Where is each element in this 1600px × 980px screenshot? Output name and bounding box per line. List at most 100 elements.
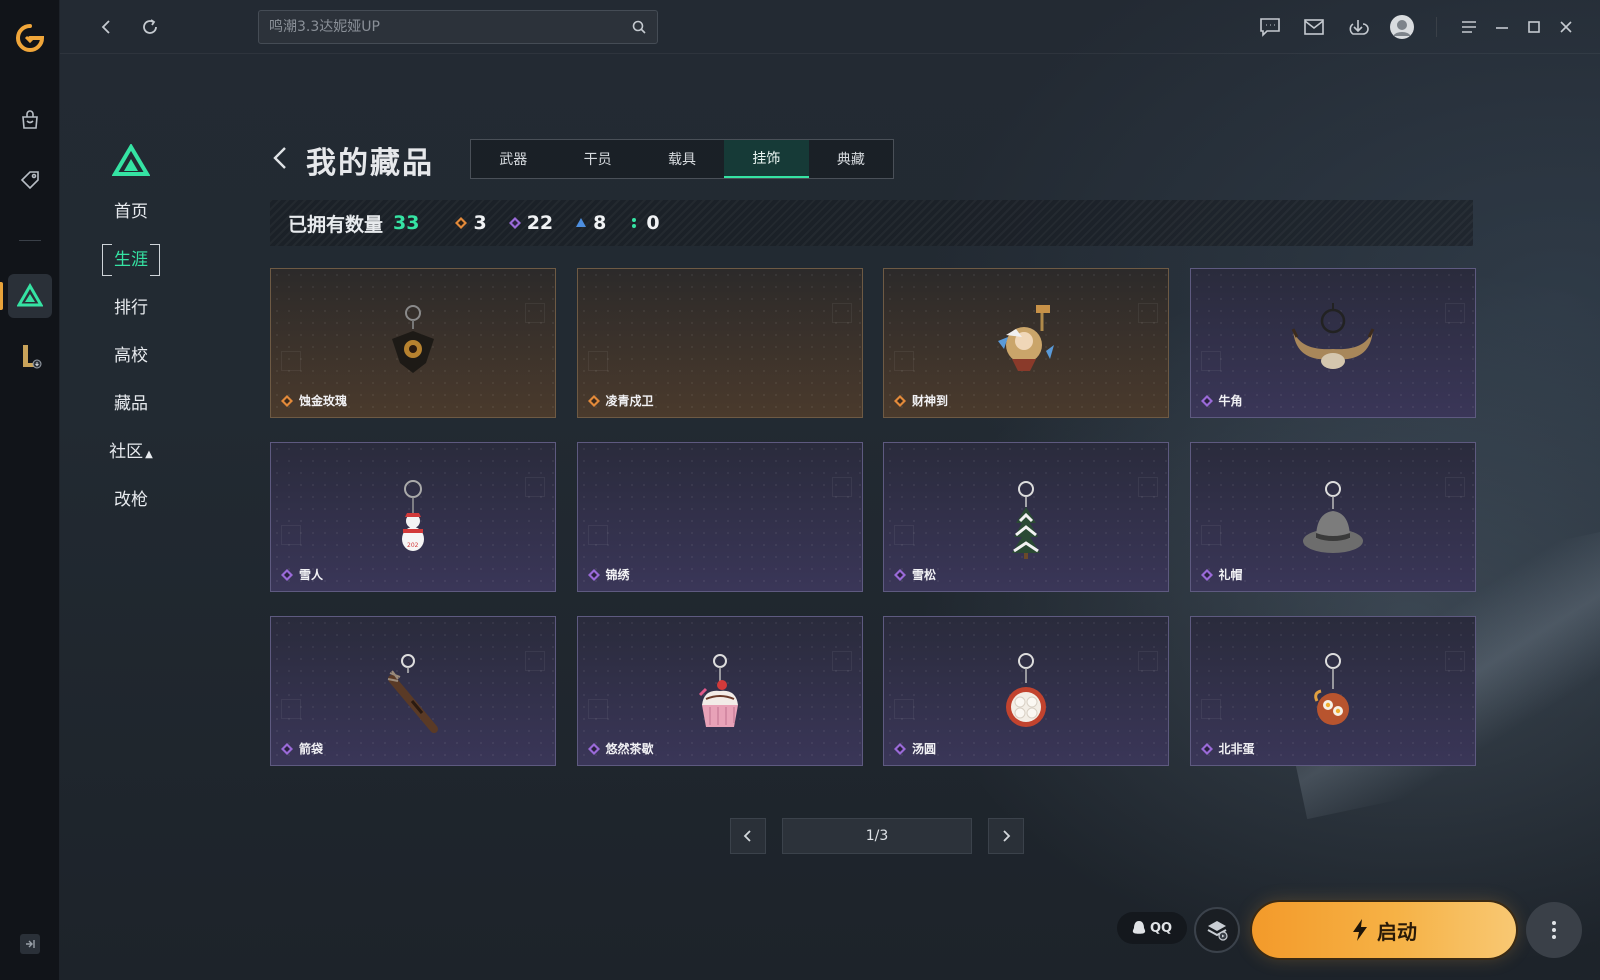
pine-tree-icon: [976, 475, 1076, 575]
mail-icon[interactable]: [1299, 12, 1329, 42]
item-card[interactable]: 礼帽: [1189, 442, 1476, 592]
nav-college[interactable]: 高校: [102, 340, 160, 372]
accelerator-icon[interactable]: [1194, 907, 1240, 953]
item-card[interactable]: 锦绣: [576, 442, 863, 592]
app-rail: [0, 0, 60, 980]
item-card[interactable]: 悠然茶歇: [576, 616, 863, 766]
cupcake-icon: [670, 649, 770, 749]
item-name: 箭袋: [299, 742, 324, 756]
snowman-icon: 202: [363, 475, 463, 575]
blue-triangle-icon: [575, 217, 587, 229]
delta-force-logo-icon: [111, 143, 151, 182]
gold-diamond-icon: [894, 394, 906, 407]
green-count: 0: [628, 212, 660, 234]
item-label: 牛角: [1200, 392, 1243, 409]
launch-label: 启动: [1377, 919, 1417, 944]
nav-career[interactable]: 生涯: [102, 244, 160, 276]
item-card[interactable]: 北非蛋: [1189, 616, 1476, 766]
item-name: 雪松: [912, 568, 937, 582]
item-card[interactable]: 牛角: [1189, 268, 1476, 418]
gold-count-value: 3: [473, 212, 487, 234]
league-game-icon[interactable]: [8, 334, 52, 378]
prev-page-button[interactable]: [730, 818, 766, 854]
item-name: 牛角: [1218, 394, 1243, 408]
delta-force-game-icon[interactable]: [8, 274, 52, 318]
purple-diamond-icon: [894, 742, 906, 755]
item-label: 箭袋: [281, 740, 323, 757]
blue-count: 8: [575, 212, 606, 234]
tab-collectibles[interactable]: 典藏: [809, 140, 893, 178]
tab-operators[interactable]: 干员: [555, 140, 639, 178]
rail-divider: [19, 240, 41, 241]
item-label: 财神到: [894, 392, 948, 409]
item-card[interactable]: 财神到: [883, 268, 1169, 418]
launch-button[interactable]: 启动: [1252, 902, 1516, 958]
item-card[interactable]: 雪松: [883, 442, 1169, 592]
rail-active-indicator: [0, 282, 3, 310]
tab-weapons[interactable]: 武器: [471, 140, 555, 178]
lightning-icon: [1351, 918, 1369, 942]
nav-collection[interactable]: 藏品: [102, 388, 160, 420]
gold-diamond-icon: [455, 217, 468, 229]
shakshuka-icon: [1283, 649, 1383, 749]
nav-community[interactable]: 社区 ▲: [102, 436, 160, 468]
tab-charms[interactable]: 挂饰: [724, 140, 809, 178]
page-indicator: 1/3: [782, 818, 972, 854]
svg-text:202: 202: [407, 542, 419, 549]
refresh-icon[interactable]: [135, 12, 165, 42]
minimize-icon[interactable]: [1487, 12, 1517, 42]
app-logo-icon[interactable]: [8, 16, 52, 60]
item-label: 蚀金玫瑰: [281, 392, 347, 409]
charm-grid: 蚀金玫瑰 凌青戍卫 财神到 牛角 202 雪人 锦绣 雪松 礼帽 箭袋 悠然茶歇…: [270, 268, 1476, 766]
store-icon[interactable]: [8, 98, 52, 142]
nav-ranking[interactable]: 排行: [102, 292, 160, 324]
item-name: 凌青戍卫: [605, 394, 654, 408]
item-label: 锦绣: [587, 566, 630, 583]
purple-diamond-icon: [894, 568, 906, 581]
quiver-icon: [363, 649, 463, 749]
item-name: 雪人: [299, 568, 324, 582]
item-card[interactable]: 凌青戍卫: [576, 268, 863, 418]
horns-icon: [1283, 301, 1383, 401]
back-arrow-icon[interactable]: [92, 12, 122, 42]
qq-account-badge[interactable]: QQ: [1117, 912, 1187, 944]
fortune-god-icon: [976, 301, 1076, 401]
search-input[interactable]: [269, 19, 631, 35]
owned-count-bar: 已拥有数量 33 3 22 8 0: [270, 200, 1473, 246]
owned-count-label: 已拥有数量: [288, 213, 384, 236]
tag-icon[interactable]: [8, 158, 52, 202]
item-card[interactable]: 蚀金玫瑰: [270, 268, 556, 418]
item-card[interactable]: 202 雪人: [270, 442, 556, 592]
tab-vehicles[interactable]: 载具: [640, 140, 724, 178]
search-bar[interactable]: [258, 10, 658, 44]
purple-count-value: 22: [526, 212, 554, 234]
maximize-icon[interactable]: [1519, 12, 1549, 42]
close-icon[interactable]: [1551, 12, 1581, 42]
nav-gun-mod[interactable]: 改枪: [102, 484, 160, 516]
purple-diamond-icon: [587, 742, 600, 755]
chat-icon[interactable]: [1255, 12, 1285, 42]
page-back-button[interactable]: [272, 142, 294, 174]
top-hat-icon: [1283, 475, 1383, 575]
purple-diamond-icon: [281, 742, 293, 755]
item-card[interactable]: 汤圆: [883, 616, 1169, 766]
next-page-button[interactable]: [988, 818, 1024, 854]
qq-label: QQ: [1149, 920, 1173, 936]
purple-diamond-icon: [281, 568, 293, 581]
gold-count: 3: [455, 212, 487, 234]
nav-home[interactable]: 首页: [102, 196, 160, 228]
download-icon[interactable]: [1343, 12, 1373, 42]
item-card[interactable]: 箭袋: [270, 616, 556, 766]
gold-diamond-icon: [587, 394, 600, 407]
tangyuan-icon: [976, 649, 1076, 749]
page-title: 我的藏品: [306, 146, 434, 181]
expand-sidebar-icon[interactable]: [20, 934, 40, 954]
nav-community-label: 社区: [109, 442, 144, 462]
search-icon[interactable]: [631, 19, 647, 35]
item-name: 汤圆: [912, 742, 937, 756]
menu-icon[interactable]: [1454, 12, 1484, 42]
qq-penguin-icon: [1132, 920, 1146, 936]
item-name: 悠然茶歇: [605, 742, 654, 756]
user-avatar[interactable]: [1387, 12, 1417, 42]
more-options-icon[interactable]: [1526, 902, 1582, 958]
